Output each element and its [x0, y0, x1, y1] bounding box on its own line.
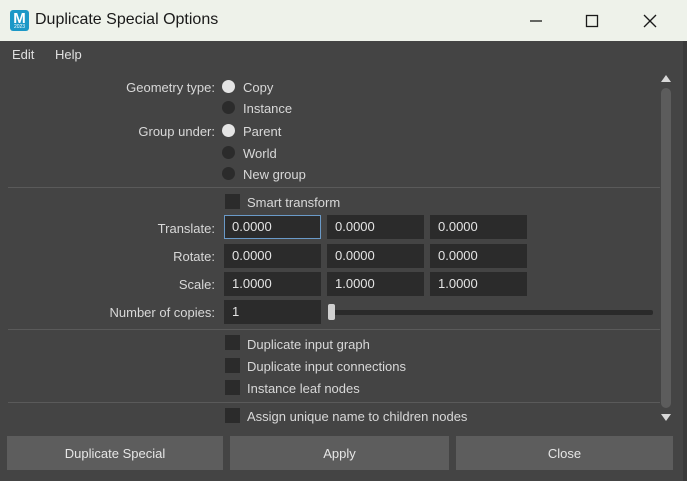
copies-slider-handle[interactable]: [328, 304, 335, 320]
duplicate-input-connections-checkbox[interactable]: [225, 358, 240, 373]
unique-name-checkbox[interactable]: [225, 408, 240, 423]
close-icon: [643, 14, 657, 27]
copies-slider-track[interactable]: [330, 310, 653, 315]
radio-parent[interactable]: [222, 124, 235, 137]
radio-instance[interactable]: [222, 101, 235, 114]
rotate-y-field[interactable]: 0.0000: [327, 244, 424, 268]
separator: [8, 187, 660, 188]
translate-x-field[interactable]: 0.0000: [224, 215, 321, 239]
menu-bar: Edit Help: [0, 41, 687, 68]
translate-label: Translate:: [157, 221, 215, 236]
menu-help[interactable]: Help: [55, 47, 82, 62]
translate-y-field[interactable]: 0.0000: [327, 215, 424, 239]
duplicate-input-graph-label: Duplicate input graph: [247, 337, 370, 352]
options-panel: Geometry type: Copy Instance Group under…: [8, 71, 660, 427]
unique-name-label: Assign unique name to children nodes: [247, 409, 468, 424]
smart-transform-checkbox[interactable]: [225, 194, 240, 209]
maximize-button[interactable]: [564, 0, 620, 41]
smart-transform-label: Smart transform: [247, 195, 341, 210]
instance-leaf-nodes-checkbox[interactable]: [225, 380, 240, 395]
translate-z-field[interactable]: 0.0000: [430, 215, 527, 239]
rotate-x-field[interactable]: 0.0000: [224, 244, 321, 268]
close-button[interactable]: Close: [456, 436, 673, 470]
group-under-label: Group under:: [138, 124, 215, 139]
window-right-edge: [683, 41, 687, 481]
geometry-type-label: Geometry type:: [126, 80, 215, 95]
duplicate-input-graph-checkbox[interactable]: [225, 335, 240, 350]
scale-x-field[interactable]: 1.0000: [224, 272, 321, 296]
radio-new-group[interactable]: [222, 167, 235, 180]
window-title: Duplicate Special Options: [35, 11, 219, 28]
maximize-icon: [585, 14, 599, 27]
separator: [8, 402, 660, 403]
radio-copy[interactable]: [222, 80, 235, 93]
scroll-up-arrow-icon[interactable]: [661, 75, 671, 82]
radio-world[interactable]: [222, 146, 235, 159]
minimize-button[interactable]: [508, 0, 564, 41]
maya-app-icon: M 2023: [10, 10, 29, 31]
scale-z-field[interactable]: 1.0000: [430, 272, 527, 296]
close-window-button[interactable]: [622, 0, 678, 41]
radio-world-label: World: [243, 146, 277, 161]
radio-parent-label: Parent: [243, 124, 282, 139]
radio-instance-label: Instance: [243, 101, 293, 116]
separator: [8, 329, 660, 330]
instance-leaf-nodes-label: Instance leaf nodes: [247, 381, 360, 396]
minimize-icon: [530, 19, 542, 22]
apply-button[interactable]: Apply: [230, 436, 449, 470]
radio-new-group-label: New group: [243, 167, 306, 182]
duplicate-input-connections-label: Duplicate input connections: [247, 359, 406, 374]
title-bar: M 2023 Duplicate Special Options: [0, 0, 687, 41]
vertical-scrollbar[interactable]: [660, 71, 672, 427]
number-of-copies-field[interactable]: 1: [224, 300, 321, 324]
radio-copy-label: Copy: [243, 80, 274, 95]
number-of-copies-label: Number of copies:: [109, 305, 216, 320]
duplicate-special-button[interactable]: Duplicate Special: [7, 436, 223, 470]
app-icon-version: 2023: [13, 24, 26, 30]
rotate-label: Rotate:: [173, 249, 215, 264]
rotate-z-field[interactable]: 0.0000: [430, 244, 527, 268]
scroll-thumb[interactable]: [661, 88, 671, 408]
scale-y-field[interactable]: 1.0000: [327, 272, 424, 296]
scroll-down-arrow-icon[interactable]: [661, 414, 671, 421]
menu-edit[interactable]: Edit: [12, 47, 34, 62]
scale-label: Scale:: [178, 277, 215, 292]
